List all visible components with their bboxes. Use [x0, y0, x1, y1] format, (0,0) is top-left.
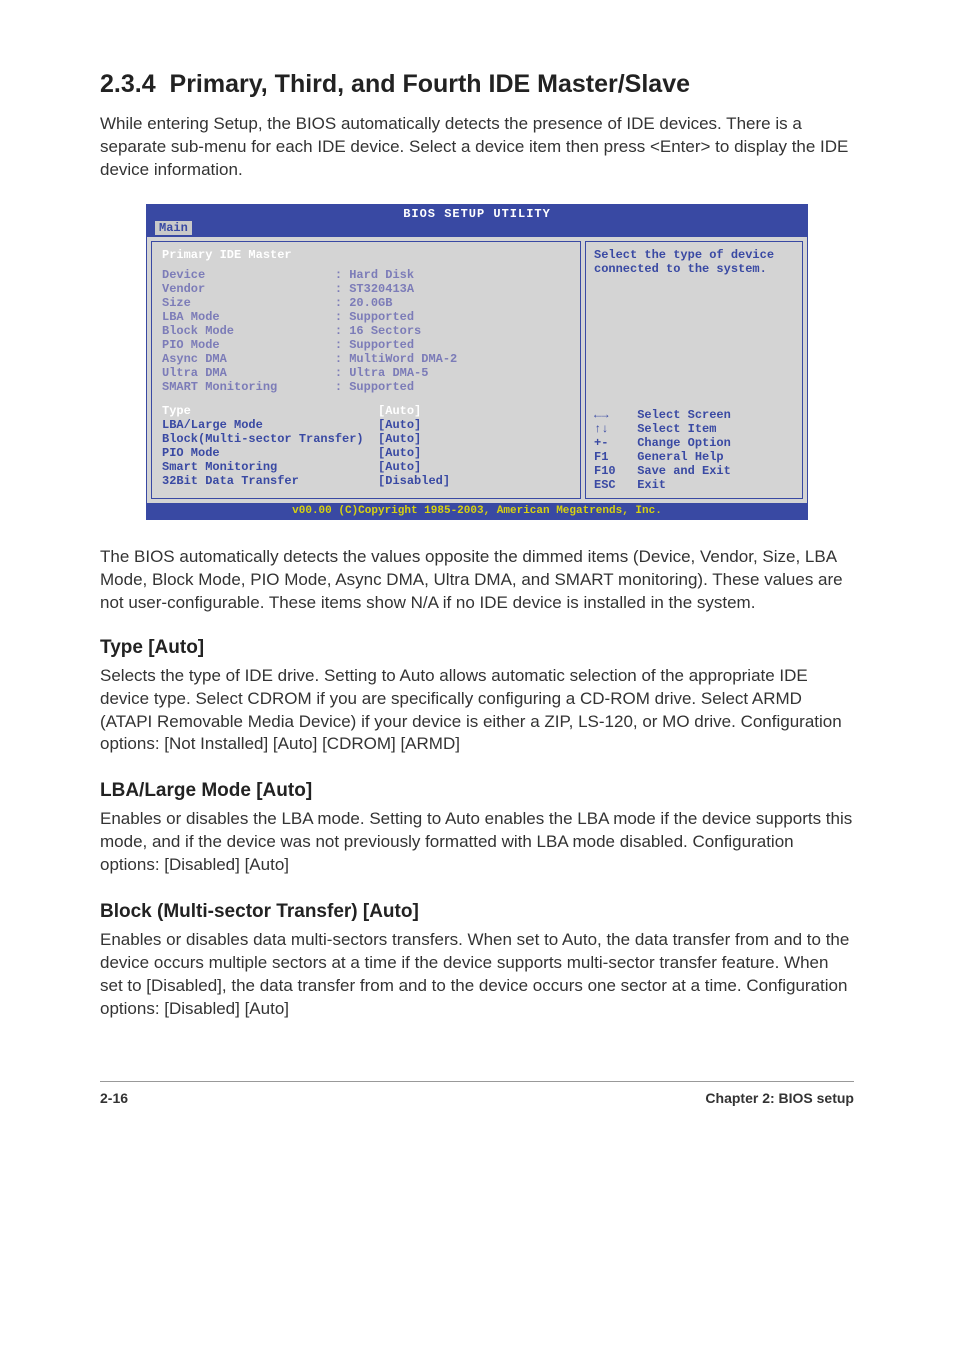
bios-info-row: LBA Mode : Supported [162, 310, 570, 324]
bios-info-block: Device : Hard DiskVendor : ST320413ASize… [162, 268, 570, 394]
footer-page-number: 2-16 [100, 1090, 128, 1106]
bios-config-row[interactable]: Type [Auto] [162, 404, 570, 418]
bios-left-panel: Primary IDE Master Device : Hard DiskVen… [151, 241, 581, 499]
bios-info-row: SMART Monitoring : Supported [162, 380, 570, 394]
page-footer: 2-16 Chapter 2: BIOS setup [100, 1081, 854, 1106]
bios-panel-header: Primary IDE Master [162, 248, 570, 262]
lba-body: Enables or disables the LBA mode. Settin… [100, 808, 854, 877]
intro-paragraph: While entering Setup, the BIOS automatic… [100, 113, 854, 182]
type-body: Selects the type of IDE drive. Setting t… [100, 665, 854, 757]
block-body: Enables or disables data multi-sectors t… [100, 929, 854, 1021]
bios-screenshot: BIOS SETUP UTILITY Main Primary IDE Mast… [146, 204, 808, 520]
bios-config-block: Type [Auto]LBA/Large Mode [Auto]Block(Mu… [162, 404, 570, 488]
bios-tabbar: Main [147, 221, 807, 237]
bios-info-row: Ultra DMA : Ultra DMA-5 [162, 366, 570, 380]
bios-nav-help: ←→ Select Screen ↑↓ Select Item +- Chang… [594, 408, 794, 492]
bios-config-row[interactable]: 32Bit Data Transfer [Disabled] [162, 474, 570, 488]
bios-info-row: PIO Mode : Supported [162, 338, 570, 352]
bios-config-row[interactable]: LBA/Large Mode [Auto] [162, 418, 570, 432]
bios-footer: v00.00 (C)Copyright 1985-2003, American … [147, 503, 807, 519]
bios-info-row: Vendor : ST320413A [162, 282, 570, 296]
bios-right-panel: Select the type of device connected to t… [585, 241, 803, 499]
bios-config-row[interactable]: Smart Monitoring [Auto] [162, 460, 570, 474]
bios-info-row: Size : 20.0GB [162, 296, 570, 310]
bios-tab-main[interactable]: Main [155, 221, 192, 235]
bios-title: BIOS SETUP UTILITY [147, 205, 807, 221]
bios-info-row: Block Mode : 16 Sectors [162, 324, 570, 338]
section-heading: 2.3.4 Primary, Third, and Fourth IDE Mas… [100, 70, 854, 99]
post-bios-paragraph: The BIOS automatically detects the value… [100, 546, 854, 615]
section-title-text: Primary, Third, and Fourth IDE Master/Sl… [170, 70, 691, 98]
block-heading: Block (Multi-sector Transfer) [Auto] [100, 901, 854, 923]
bios-info-row: Device : Hard Disk [162, 268, 570, 282]
bios-config-row[interactable]: PIO Mode [Auto] [162, 446, 570, 460]
footer-chapter: Chapter 2: BIOS setup [705, 1090, 854, 1106]
bios-info-row: Async DMA : MultiWord DMA-2 [162, 352, 570, 366]
bios-config-row[interactable]: Block(Multi-sector Transfer) [Auto] [162, 432, 570, 446]
type-heading: Type [Auto] [100, 637, 854, 659]
bios-help-text: Select the type of device connected to t… [594, 248, 794, 276]
section-number: 2.3.4 [100, 70, 156, 98]
lba-heading: LBA/Large Mode [Auto] [100, 780, 854, 802]
